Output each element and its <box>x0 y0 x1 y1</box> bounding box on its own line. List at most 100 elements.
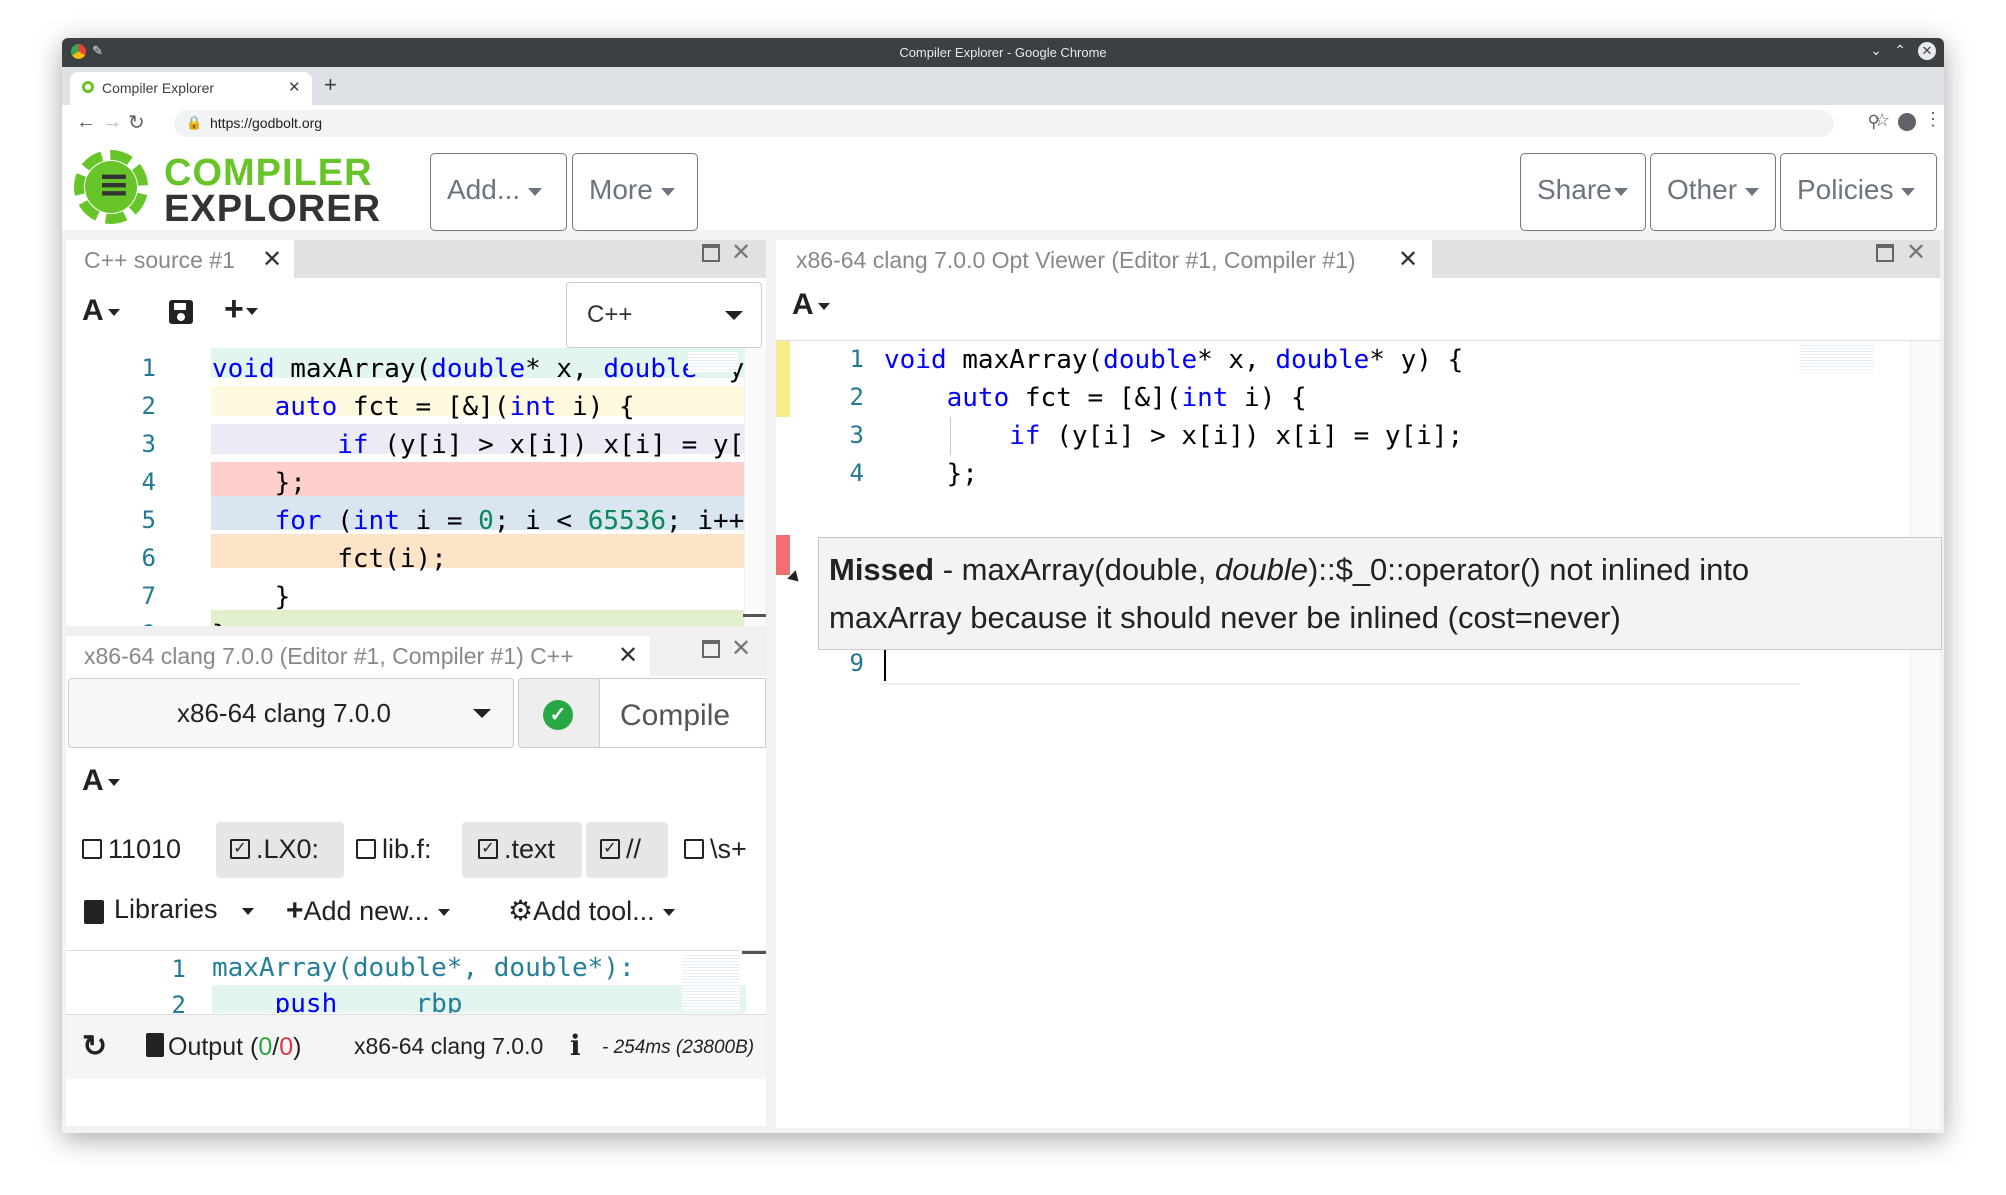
policies-label: Policies <box>1797 174 1894 205</box>
close-icon[interactable]: ✕ <box>618 641 638 670</box>
asm-minimap[interactable] <box>682 953 740 1011</box>
line-number: 3 <box>141 430 156 458</box>
opt-code: void maxArray(double* x, double* y) { au… <box>884 345 1464 489</box>
line-number: 1 <box>849 345 864 373</box>
forward-icon[interactable]: → <box>102 111 122 134</box>
optimization-tooltip: Missed - maxArray(double, double)::$_0::… <box>818 537 1942 650</box>
output-close: ) <box>293 1033 302 1061</box>
source-minimap[interactable] <box>688 352 738 372</box>
refresh-icon[interactable]: ↻ <box>82 1029 107 1064</box>
compile-button[interactable]: Compile <box>600 678 766 748</box>
filter-comments[interactable]: ✓ // <box>586 822 668 878</box>
filter-text[interactable]: ✓ .text <box>462 822 582 878</box>
asm-scroll-thumb[interactable] <box>742 951 766 954</box>
account-icon[interactable] <box>1898 113 1916 131</box>
filter-whitespace[interactable]: \s+ <box>678 822 766 878</box>
filter-label: // <box>626 834 642 864</box>
tab-source[interactable]: C++ source #1 ✕ <box>66 240 294 278</box>
omnibox[interactable]: 🔒 https://godbolt.org ⚲ <box>174 110 1880 137</box>
chevron-down-icon <box>660 187 675 196</box>
line-number: 5 <box>141 506 156 534</box>
opt-scrollbar[interactable] <box>1910 341 1940 1129</box>
other-label: Other <box>1667 174 1738 205</box>
asm-editor[interactable]: 1 2 maxArray(double*, double*): push rbp <box>66 950 766 1013</box>
chevron-down-icon <box>473 709 491 718</box>
address-bar: ← → ↻ 🔒 https://godbolt.org ⚲ ☆ ⋮ <box>62 105 1944 143</box>
new-tab-button[interactable]: + <box>324 74 337 96</box>
filter-label: .text <box>504 834 556 864</box>
maximize-icon[interactable] <box>702 244 720 262</box>
maximize-icon[interactable] <box>702 640 720 658</box>
font-label: A <box>82 764 104 797</box>
info-icon[interactable]: i <box>570 1029 581 1062</box>
chevron-down-icon <box>662 909 675 917</box>
source-editor[interactable]: 1 2 3 4 5 6 7 8 void maxArray(double* x,… <box>66 348 766 626</box>
compile-status-button[interactable]: ✓ <box>518 678 600 748</box>
chevron-down-icon <box>725 311 743 320</box>
filter-11010[interactable]: 11010 <box>76 822 187 878</box>
other-button[interactable]: Other <box>1650 153 1776 231</box>
maximize-icon[interactable] <box>1876 244 1894 262</box>
close-icon[interactable]: ✕ <box>288 78 301 96</box>
add-new-button[interactable]: +Add new... <box>286 894 450 928</box>
output-button[interactable]: Output (0/0) <box>146 1033 301 1062</box>
indent-guide <box>950 417 951 455</box>
opt-minimap[interactable] <box>1800 343 1874 371</box>
add-button[interactable]: Add... <box>430 153 567 231</box>
menu-icon[interactable]: ⋮ <box>1924 109 1942 130</box>
save-icon[interactable] <box>169 300 193 324</box>
add-pane-button[interactable]: + <box>224 290 258 329</box>
chevron-down-icon <box>107 308 120 316</box>
more-button[interactable]: More <box>572 153 698 231</box>
browser-tab[interactable]: Compiler Explorer ✕ <box>70 72 312 105</box>
add-tool-button[interactable]: ⚙Add tool... <box>508 894 675 927</box>
compiler-tab-label: x86-64 clang 7.0.0 (Editor #1, Compiler … <box>84 643 574 669</box>
tab-compiler[interactable]: x86-64 clang 7.0.0 (Editor #1, Compiler … <box>66 636 650 676</box>
opt-missed-marker[interactable] <box>776 535 790 575</box>
policies-button[interactable]: Policies <box>1780 153 1937 231</box>
opt-editor[interactable]: 1 2 3 4 8 9 void maxArray(double* x, dou… <box>776 340 1940 1129</box>
line-number: 3 <box>849 421 864 449</box>
close-icon[interactable]: ✕ <box>1398 245 1418 274</box>
url-text: https://godbolt.org <box>210 115 323 131</box>
filter-lib-f[interactable]: lib.f: <box>350 822 438 878</box>
text-cursor <box>884 649 886 681</box>
opt-pane-header: x86-64 clang 7.0.0 Opt Viewer (Editor #1… <box>776 238 1940 278</box>
chevron-down-icon <box>1613 187 1628 196</box>
compiler-pane-header: x86-64 clang 7.0.0 (Editor #1, Compiler … <box>66 626 766 676</box>
minimize-icon[interactable]: ⌄ <box>1870 42 1882 59</box>
filter-lx0[interactable]: ✓ .LX0: <box>216 822 344 878</box>
tab-opt-viewer[interactable]: x86-64 clang 7.0.0 Opt Viewer (Editor #1… <box>776 240 1432 278</box>
close-icon[interactable]: ✕ <box>731 634 751 663</box>
font-size-button[interactable]: A <box>82 294 120 328</box>
font-size-button[interactable]: A <box>792 288 830 322</box>
window-titlebar: ✎ Compiler Explorer - Google Chrome ⌄ ⌃ … <box>62 38 1944 67</box>
back-icon[interactable]: ← <box>76 111 96 134</box>
logo[interactable]: ≡ COMPILER EXPLORER <box>70 148 390 238</box>
tooltip-status: Missed <box>829 552 935 587</box>
checkbox-icon <box>82 838 102 859</box>
output-ok-count: 0 <box>258 1033 273 1061</box>
tooltip-line-2: maxArray because it should never be inli… <box>829 600 1621 635</box>
close-icon[interactable]: ✕ <box>1906 238 1926 267</box>
chevron-down-icon <box>437 909 450 917</box>
close-window-icon[interactable]: ✕ <box>1918 42 1936 60</box>
language-select[interactable]: C++ <box>566 282 762 348</box>
gears-icon: ⚙ <box>508 895 534 926</box>
logo-line2: EXPLORER <box>164 188 382 230</box>
chevron-down-icon <box>242 908 254 915</box>
star-icon[interactable]: ☆ <box>1874 110 1890 131</box>
close-icon[interactable]: ✕ <box>262 245 282 274</box>
tab-title: Compiler Explorer <box>102 80 215 96</box>
font-size-button[interactable]: A <box>82 764 120 798</box>
line-number: 4 <box>849 459 864 487</box>
asm-line-1: maxArray(double*, double*): <box>212 953 635 983</box>
maximize-window-icon[interactable]: ⌃ <box>1894 42 1906 59</box>
source-scrollbar[interactable] <box>743 348 766 626</box>
checkbox-checked-icon: ✓ <box>478 838 498 859</box>
book-icon <box>84 900 104 924</box>
reload-icon[interactable]: ↻ <box>128 110 145 135</box>
share-button[interactable]: Share <box>1520 153 1646 231</box>
close-icon[interactable]: ✕ <box>731 238 751 267</box>
compiler-select[interactable]: x86-64 clang 7.0.0 <box>68 678 514 748</box>
